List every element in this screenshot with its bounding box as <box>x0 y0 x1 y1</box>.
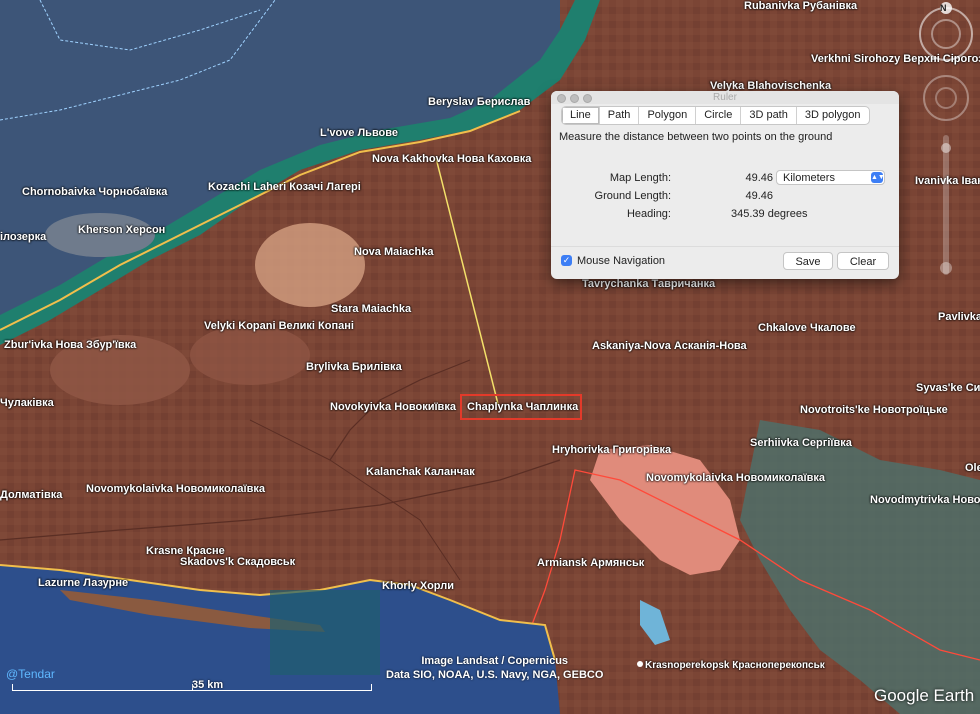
place-label[interactable]: Chkalove Чкалове <box>758 322 856 334</box>
map-length-label: Map Length: <box>609 172 671 184</box>
heading-label: Heading: <box>626 208 671 220</box>
tab-path[interactable]: Path <box>598 107 639 124</box>
place-label[interactable]: Ole <box>965 462 980 474</box>
place-label[interactable]: Tavrychanka Тавричанка <box>582 278 715 290</box>
place-label[interactable]: Чулаківка <box>0 397 54 409</box>
place-label[interactable]: Khorly Хорли <box>382 580 454 592</box>
clear-button[interactable]: Clear <box>837 252 889 270</box>
heading-value: 345.39 degrees <box>731 208 808 220</box>
tab-3d-path[interactable]: 3D path <box>740 107 796 124</box>
tab-line[interactable]: Line <box>562 107 599 124</box>
tab-3d-polygon[interactable]: 3D polygon <box>795 107 869 124</box>
google-earth-logo: Google Earth <box>874 686 975 705</box>
place-label[interactable]: Stara Maiachka <box>331 303 411 315</box>
place-label[interactable]: Chornobaivka Чорнобаївка <box>22 186 167 198</box>
map-length-value: 49.46 <box>745 172 773 184</box>
place-label[interactable]: Novokyivka Новокиївка <box>330 401 456 413</box>
ruler-title: Ruler <box>713 92 737 103</box>
place-label[interactable]: Долматівка <box>0 489 62 501</box>
scale-label: 35 km <box>192 679 224 691</box>
place-label[interactable]: Novomykolaivka Новомиколаївка <box>646 472 825 484</box>
place-label[interactable]: L'vove Львове <box>320 127 398 139</box>
ruler-dialog[interactable]: Ruler Line Path Polygon Circle 3D path 3… <box>551 91 899 279</box>
chaplynka-highlight-box <box>460 394 582 420</box>
units-select[interactable]: Kilometers ▲▼ <box>776 170 885 185</box>
ground-length-value: 49.46 <box>745 190 773 202</box>
place-label[interactable]: Askaniya-Nova Асканія-Нова <box>592 340 747 352</box>
compass-north-label: N <box>940 3 947 13</box>
ruler-description: Measure the distance between two points … <box>559 131 833 143</box>
tab-polygon[interactable]: Polygon <box>638 107 695 124</box>
place-label[interactable]: Serhiivka Сергіївка <box>750 437 852 449</box>
place-label[interactable]: Pavlivka <box>938 311 980 323</box>
place-label[interactable]: Hryhorivka Григорівка <box>552 444 671 456</box>
ruler-tabs[interactable]: Line Path Polygon Circle 3D path 3D poly… <box>561 106 870 125</box>
place-label[interactable]: Kozachi Laheri Козачі Лагері <box>208 181 361 193</box>
place-label[interactable]: Velyki Kopani Великі Копані <box>204 320 354 332</box>
save-button[interactable]: Save <box>783 252 833 270</box>
place-label[interactable]: Zbur'ivka Нова Збур'ївка <box>4 339 136 351</box>
look-ring-icon <box>919 7 973 61</box>
navigation-controls[interactable] <box>912 0 980 300</box>
tab-circle[interactable]: Circle <box>695 107 740 124</box>
place-label[interactable]: Novomykolaivka Новомиколаївка <box>86 483 265 495</box>
credit-line-2: Data SIO, NOAA, U.S. Navy, NGA, GEBCO <box>386 669 604 681</box>
place-label[interactable]: Brylivka Брилівка <box>306 361 402 373</box>
units-select-value: Kilometers <box>783 172 835 184</box>
imagery-credits: Image Landsat / Copernicus Data SIO, NOA… <box>386 654 603 682</box>
ground-length-label: Ground Length: <box>594 190 671 202</box>
watermark-text: @Tendar <box>6 667 55 681</box>
place-label[interactable]: Nova Maiachka <box>354 246 433 258</box>
ruler-titlebar[interactable]: Ruler <box>551 91 899 104</box>
credit-line-1: Image Landsat / Copernicus <box>421 655 569 667</box>
place-label[interactable]: Novotroits'ke Новотроїцьке <box>800 404 948 416</box>
place-label[interactable]: Novodmytrivka Новодм <box>870 494 980 506</box>
select-arrows-icon: ▲▼ <box>871 172 885 183</box>
place-label[interactable]: Kalanchak Каланчак <box>366 466 475 478</box>
mouse-navigation-checkbox[interactable]: ✓ <box>561 255 572 266</box>
place-label[interactable]: Rubanivka Рубанівка <box>744 0 857 12</box>
place-label[interactable]: Nova Kakhovka Нова Каховка <box>372 153 531 165</box>
dialog-divider <box>551 246 899 247</box>
place-label[interactable]: ілозерка <box>0 231 46 243</box>
place-label[interactable]: Beryslav Берислав <box>428 96 530 108</box>
place-label[interactable]: Syvas'ke Си <box>916 382 980 394</box>
scale-bar: 35 km <box>12 679 372 694</box>
place-label[interactable]: Skadovs'k Скадовськ <box>180 556 295 568</box>
place-label[interactable]: Armiansk Армянськ <box>537 557 644 569</box>
mouse-navigation-label: Mouse Navigation <box>577 255 666 267</box>
place-label[interactable]: Krasnoperekopsk Красноперекопськ <box>645 660 825 671</box>
place-label[interactable]: Lazurne Лазурне <box>38 577 128 589</box>
place-label[interactable]: Kherson Херсон <box>78 224 165 236</box>
